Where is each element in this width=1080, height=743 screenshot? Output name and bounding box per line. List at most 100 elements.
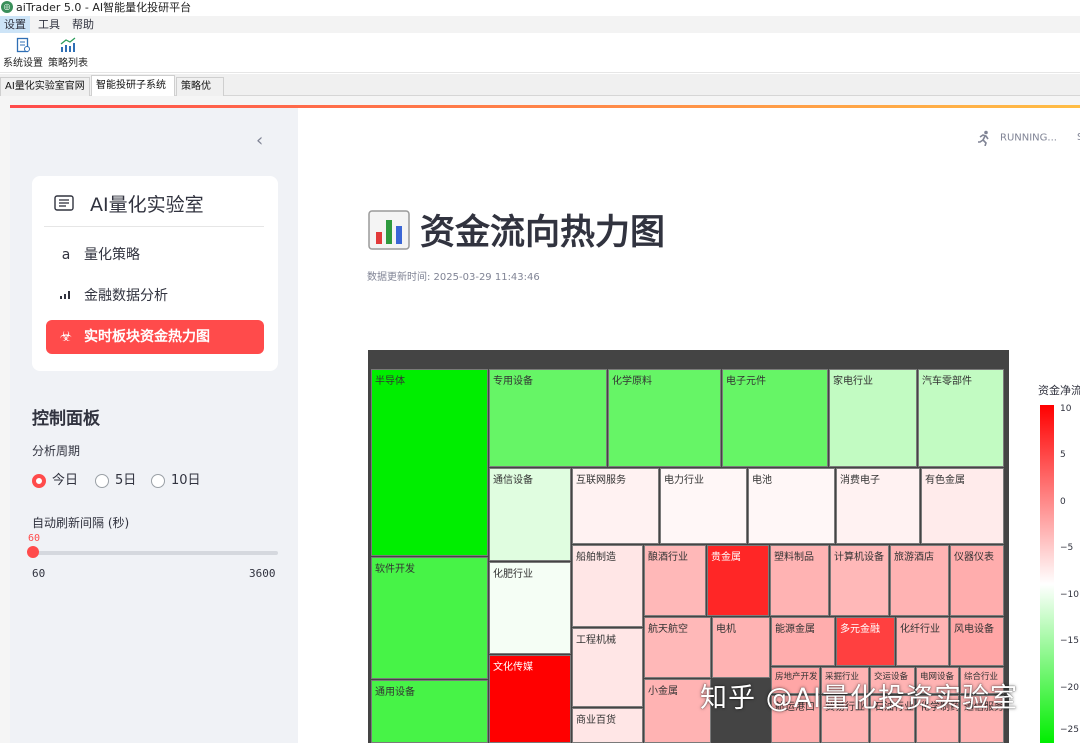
treemap-tile[interactable]: 化肥行业 [489,562,571,654]
app-icon: ◎ [1,1,13,13]
treemap-tile[interactable]: 风电设备 [950,617,1004,666]
treemap-tile[interactable]: 酿酒行业 [644,545,706,616]
radio-label: 5日 [115,473,137,488]
toolbar: 系统设置 策略列表 [0,33,1080,73]
treemap-tile-label: 消费电子 [840,475,880,486]
treemap-tile-label: 工程机械 [576,635,616,646]
treemap-tile[interactable]: 通信设备 [489,468,571,561]
menu-tools[interactable]: 工具 [34,16,64,33]
radio-circle [95,474,109,488]
radio-label: 10日 [171,473,201,488]
treemap-tile[interactable]: 化学原料 [608,369,721,467]
treemap-tile-label: 电机 [716,624,736,635]
treemap-tile[interactable]: 电机 [712,617,770,678]
nav-item-quant-strategy[interactable]: a 量化策略 [46,238,264,272]
treemap-tile-label: 化肥行业 [493,569,533,580]
treemap-tile[interactable]: 家电行业 [829,369,917,467]
treemap-tile-label: 汽车零部件 [922,376,972,387]
page-title-text: 资金流向热力图 [420,213,666,253]
menu-help[interactable]: 帮助 [68,16,98,33]
treemap-tile[interactable]: 互联网服务 [572,468,659,544]
colorbar-title: 资金净流 [1038,384,1080,397]
treemap-tile[interactable]: 通用设备 [371,680,488,743]
strategy-list-button[interactable]: 策略列表 [45,36,91,72]
trend-chart-icon [60,37,76,52]
running-text: RUNNING... [1000,132,1057,144]
tab-official-site[interactable]: AI量化实验室官网 [0,77,90,96]
treemap-tile-label: 能源金属 [775,624,815,635]
nav-label: 金融数据分析 [84,288,168,304]
treemap-tile[interactable]: 塑料制品 [770,545,829,616]
treemap-tile[interactable]: 电力行业 [660,468,747,544]
biohazard-icon: ☣ [59,329,73,345]
settings-doc-icon [16,37,30,53]
treemap-tile[interactable]: 半导体 [371,369,488,556]
treemap-tile[interactable]: 商业百货 [572,708,643,743]
treemap-tile[interactable]: 多元金融 [836,617,895,666]
tab-strategy-selection[interactable]: 策略优选 [176,77,224,110]
colorbar-tick: 10 [1060,404,1072,414]
treemap-tile[interactable]: 消费电子 [836,468,920,544]
treemap-tile[interactable]: 软件开发 [371,557,488,679]
treemap-tile[interactable]: 工程机械 [572,628,643,707]
nav-item-financial-analysis[interactable]: 金融数据分析 [46,279,264,313]
slider-max-label: 3600 [249,567,276,580]
treemap-tile-label: 计算机设备 [834,552,884,563]
treemap-tile[interactable]: 电池 [748,468,835,544]
colorbar-tick: −15 [1060,636,1079,646]
treemap-tile[interactable]: 汽车零部件 [918,369,1004,467]
menu-settings[interactable]: 设置 [0,16,30,33]
colorbar-tick: −25 [1060,725,1079,735]
treemap-tile-label: 旅游酒店 [894,552,934,563]
treemap-tile[interactable]: 有色金属 [921,468,1004,544]
treemap-tile-label: 专用设备 [493,376,533,387]
window-title: aiTrader 5.0 - AI智能量化投研平台 [16,1,192,14]
colorbar-tick: −5 [1060,543,1074,553]
system-settings-label: 系统设置 [3,58,43,69]
amazon-icon: a [61,247,71,263]
treemap-tile-label: 仪器仪表 [954,552,994,563]
system-settings-button[interactable]: 系统设置 [0,36,46,72]
treemap-tile-label: 化学原料 [612,376,652,387]
tab-research-system[interactable]: 智能投研子系统 [91,75,175,96]
treemap-tile[interactable]: 能源金属 [771,617,835,666]
treemap-tile[interactable]: 航天航空 [644,617,711,678]
nav-item-heatmap[interactable]: ☣ 实时板块资金热力图 [46,320,264,354]
treemap-tile[interactable]: 电子元件 [722,369,828,467]
treemap-tile[interactable]: 文化传媒 [489,655,571,743]
treemap-tile[interactable]: 仪器仪表 [950,545,1004,616]
treemap-tile[interactable]: 专用设备 [489,369,607,467]
refresh-slider-thumb[interactable] [27,546,39,558]
page-title: 资金流向热力图 [368,204,665,255]
treemap-tile-label: 船舶制造 [576,552,616,563]
treemap-tile-label: 商业百货 [576,715,616,726]
menu-list-icon [54,195,74,211]
treemap-tile-label: 有色金属 [925,475,965,486]
nav-label: 量化策略 [84,247,140,263]
colorbar-tick: 5 [1060,450,1066,460]
treemap-tile-label: 多元金融 [840,624,880,635]
treemap-tile[interactable]: 旅游酒店 [890,545,949,616]
window-titlebar: ◎ aiTrader 5.0 - AI智能量化投研平台 [0,0,1080,16]
treemap-tile-label: 通用设备 [375,687,415,698]
refresh-slider-track[interactable] [32,551,278,555]
treemap-tile[interactable]: 计算机设备 [830,545,889,616]
running-man-icon [978,130,989,146]
period-label: 分析周期 [32,444,81,458]
colorbar [1040,405,1054,743]
radio-circle [151,474,165,488]
treemap-tile-label: 化纤行业 [900,624,940,635]
colorbar-tick: 0 [1060,497,1066,507]
treemap-tile-label: 酿酒行业 [648,552,688,563]
nav-card: AI量化实验室 a 量化策略 金融数据分析 ☣ 实时板块资金热力图 [32,176,278,371]
treemap-tile-label: 风电设备 [954,624,994,635]
treemap-tile-label: 文化传媒 [493,662,533,673]
radio-label: 今日 [52,473,79,488]
treemap-tile[interactable]: 贵金属 [707,545,769,616]
treemap-tile[interactable]: 化纤行业 [896,617,949,666]
divider [44,226,264,227]
refresh-label: 自动刷新间隔 (秒) [32,516,130,530]
collapse-sidebar-button[interactable]: ‹ [256,130,263,151]
treemap-tile[interactable]: 船舶制造 [572,545,643,627]
brand-title: AI量化实验室 [90,194,204,216]
